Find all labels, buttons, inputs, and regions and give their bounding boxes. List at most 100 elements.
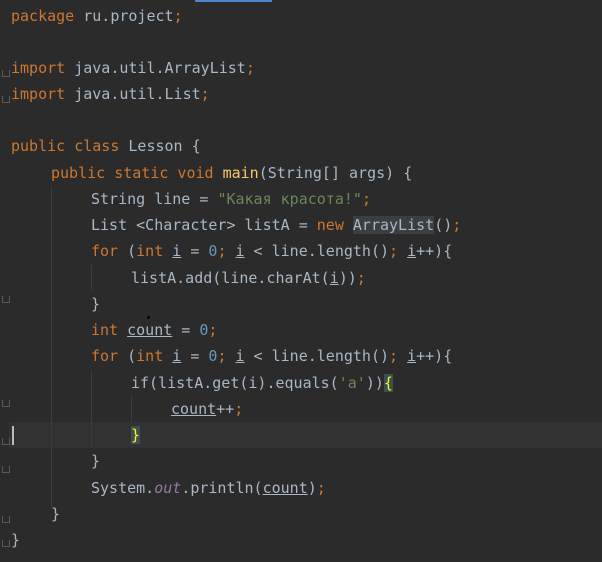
- variable: count: [127, 321, 173, 339]
- parens: )): [338, 269, 357, 287]
- code-line-for-loop-1[interactable]: for (int i = 0; i < line.length(); i++){: [91, 238, 452, 264]
- condition: if(listA.get(i).equals(: [131, 374, 339, 392]
- paren: ): [307, 479, 317, 497]
- variable: count: [171, 400, 217, 418]
- code-line-close-if[interactable]: }: [131, 422, 141, 448]
- variable: count: [262, 479, 308, 497]
- declaration: List <Character> listA =: [91, 216, 317, 234]
- brace: }: [91, 295, 101, 313]
- class-ref: System.: [91, 479, 155, 497]
- method-call: listA.add(line.charAt(: [131, 269, 330, 287]
- code-line-class-decl[interactable]: public class Lesson {: [11, 133, 201, 159]
- fold-marker[interactable]: [2, 400, 10, 407]
- char-literal: 'a': [338, 374, 366, 392]
- keyword: package: [11, 7, 75, 25]
- code-line-string-decl[interactable]: String line = "Какая красота!";: [91, 186, 371, 212]
- semicolon: ;: [452, 216, 462, 234]
- declaration: String line =: [91, 190, 218, 208]
- code-line-println[interactable]: System.out.println(count);: [91, 475, 326, 501]
- method-name: main: [222, 164, 259, 182]
- operator: =: [181, 347, 209, 365]
- fold-marker[interactable]: [2, 466, 10, 473]
- fold-marker[interactable]: [2, 438, 10, 445]
- condition: < line.length(): [244, 242, 390, 260]
- keyword: new: [316, 216, 344, 234]
- code-line-list-decl[interactable]: List <Character> listA = new ArrayList()…: [91, 212, 461, 238]
- keyword: int: [136, 347, 164, 365]
- brace: }: [11, 531, 21, 549]
- loop-var: i: [235, 347, 245, 365]
- semicolon: ;: [217, 242, 227, 260]
- string-literal: "Какая красота!": [217, 190, 362, 208]
- matched-brace: {: [383, 374, 393, 392]
- brace: }: [91, 452, 101, 470]
- indent-guide: [91, 370, 92, 448]
- code-line-package[interactable]: package ru.project;: [11, 3, 183, 29]
- code-line-close-main[interactable]: }: [51, 501, 60, 527]
- operator: ++: [216, 400, 235, 418]
- text-caret: [12, 426, 14, 445]
- semicolon: ;: [208, 321, 218, 339]
- method-call: .println(: [181, 479, 263, 497]
- keyword: int: [91, 321, 119, 339]
- loop-var: i: [172, 242, 182, 260]
- import-path: java.util.List: [65, 85, 201, 103]
- paren: (: [118, 347, 137, 365]
- keyword: import: [11, 85, 66, 103]
- fold-marker[interactable]: [2, 296, 10, 303]
- code-line-if[interactable]: if(listA.get(i).equals('a')){: [131, 370, 393, 396]
- loop-var: i: [172, 347, 182, 365]
- code-line-count-increment[interactable]: count++;: [171, 396, 243, 422]
- code-line-list-add[interactable]: listA.add(line.charAt(i));: [131, 265, 366, 291]
- semicolon: ;: [389, 242, 399, 260]
- brace: }: [51, 505, 61, 523]
- mouse-pointer-dot: [147, 316, 150, 319]
- fold-marker[interactable]: [2, 70, 10, 77]
- fold-marker[interactable]: [2, 96, 10, 103]
- keyword: public static void: [51, 164, 214, 182]
- import-path: java.util.ArrayList: [65, 59, 246, 77]
- semicolon: ;: [234, 400, 244, 418]
- code-line-close-brace[interactable]: }: [91, 291, 100, 317]
- operator: =: [172, 321, 200, 339]
- code-line-count-decl[interactable]: int count = 0;: [91, 317, 217, 343]
- code-line-import-arraylist[interactable]: import java.util.ArrayList;: [11, 55, 255, 81]
- semicolon: ;: [217, 347, 227, 365]
- loop-var: i: [329, 269, 339, 287]
- semicolon: ;: [361, 190, 371, 208]
- highlighted-type: ArrayList: [352, 216, 435, 234]
- indent-guide: [91, 265, 92, 291]
- keyword: import: [11, 59, 66, 77]
- code-editor[interactable]: package ru.project; import java.util.Arr…: [0, 0, 602, 562]
- indent-guide: [131, 396, 132, 422]
- matched-brace: }: [131, 426, 141, 444]
- parens: (): [434, 216, 453, 234]
- parens: )): [365, 374, 384, 392]
- package-name: ru.project: [74, 7, 174, 25]
- fold-marker[interactable]: [2, 540, 10, 547]
- paren: (: [118, 242, 137, 260]
- semicolon: ;: [389, 347, 399, 365]
- keyword: int: [136, 242, 164, 260]
- increment: ++){: [416, 347, 453, 365]
- static-field: out: [154, 479, 182, 497]
- loop-var: i: [407, 242, 417, 260]
- operator: =: [181, 242, 209, 260]
- editor-gutter[interactable]: [0, 0, 9, 562]
- semicolon: ;: [245, 59, 255, 77]
- code-line-for-loop-2[interactable]: for (int i = 0; i < line.length(); i++){: [91, 343, 452, 369]
- fold-marker[interactable]: [2, 516, 10, 523]
- code-line-import-list[interactable]: import java.util.List;: [11, 81, 210, 107]
- condition: < line.length(): [244, 347, 390, 365]
- code-line-close-for[interactable]: }: [91, 448, 100, 474]
- method-params: (String[] args) {: [258, 164, 413, 182]
- keyword: for: [91, 347, 119, 365]
- loop-var: i: [235, 242, 245, 260]
- semicolon: ;: [356, 269, 366, 287]
- semicolon: ;: [200, 85, 210, 103]
- semicolon: ;: [316, 479, 326, 497]
- class-name: Lesson {: [119, 137, 201, 155]
- code-line-main-decl[interactable]: public static void main(String[] args) {: [51, 160, 412, 186]
- keyword: public class: [11, 137, 120, 155]
- code-line-close-class[interactable]: }: [11, 527, 20, 553]
